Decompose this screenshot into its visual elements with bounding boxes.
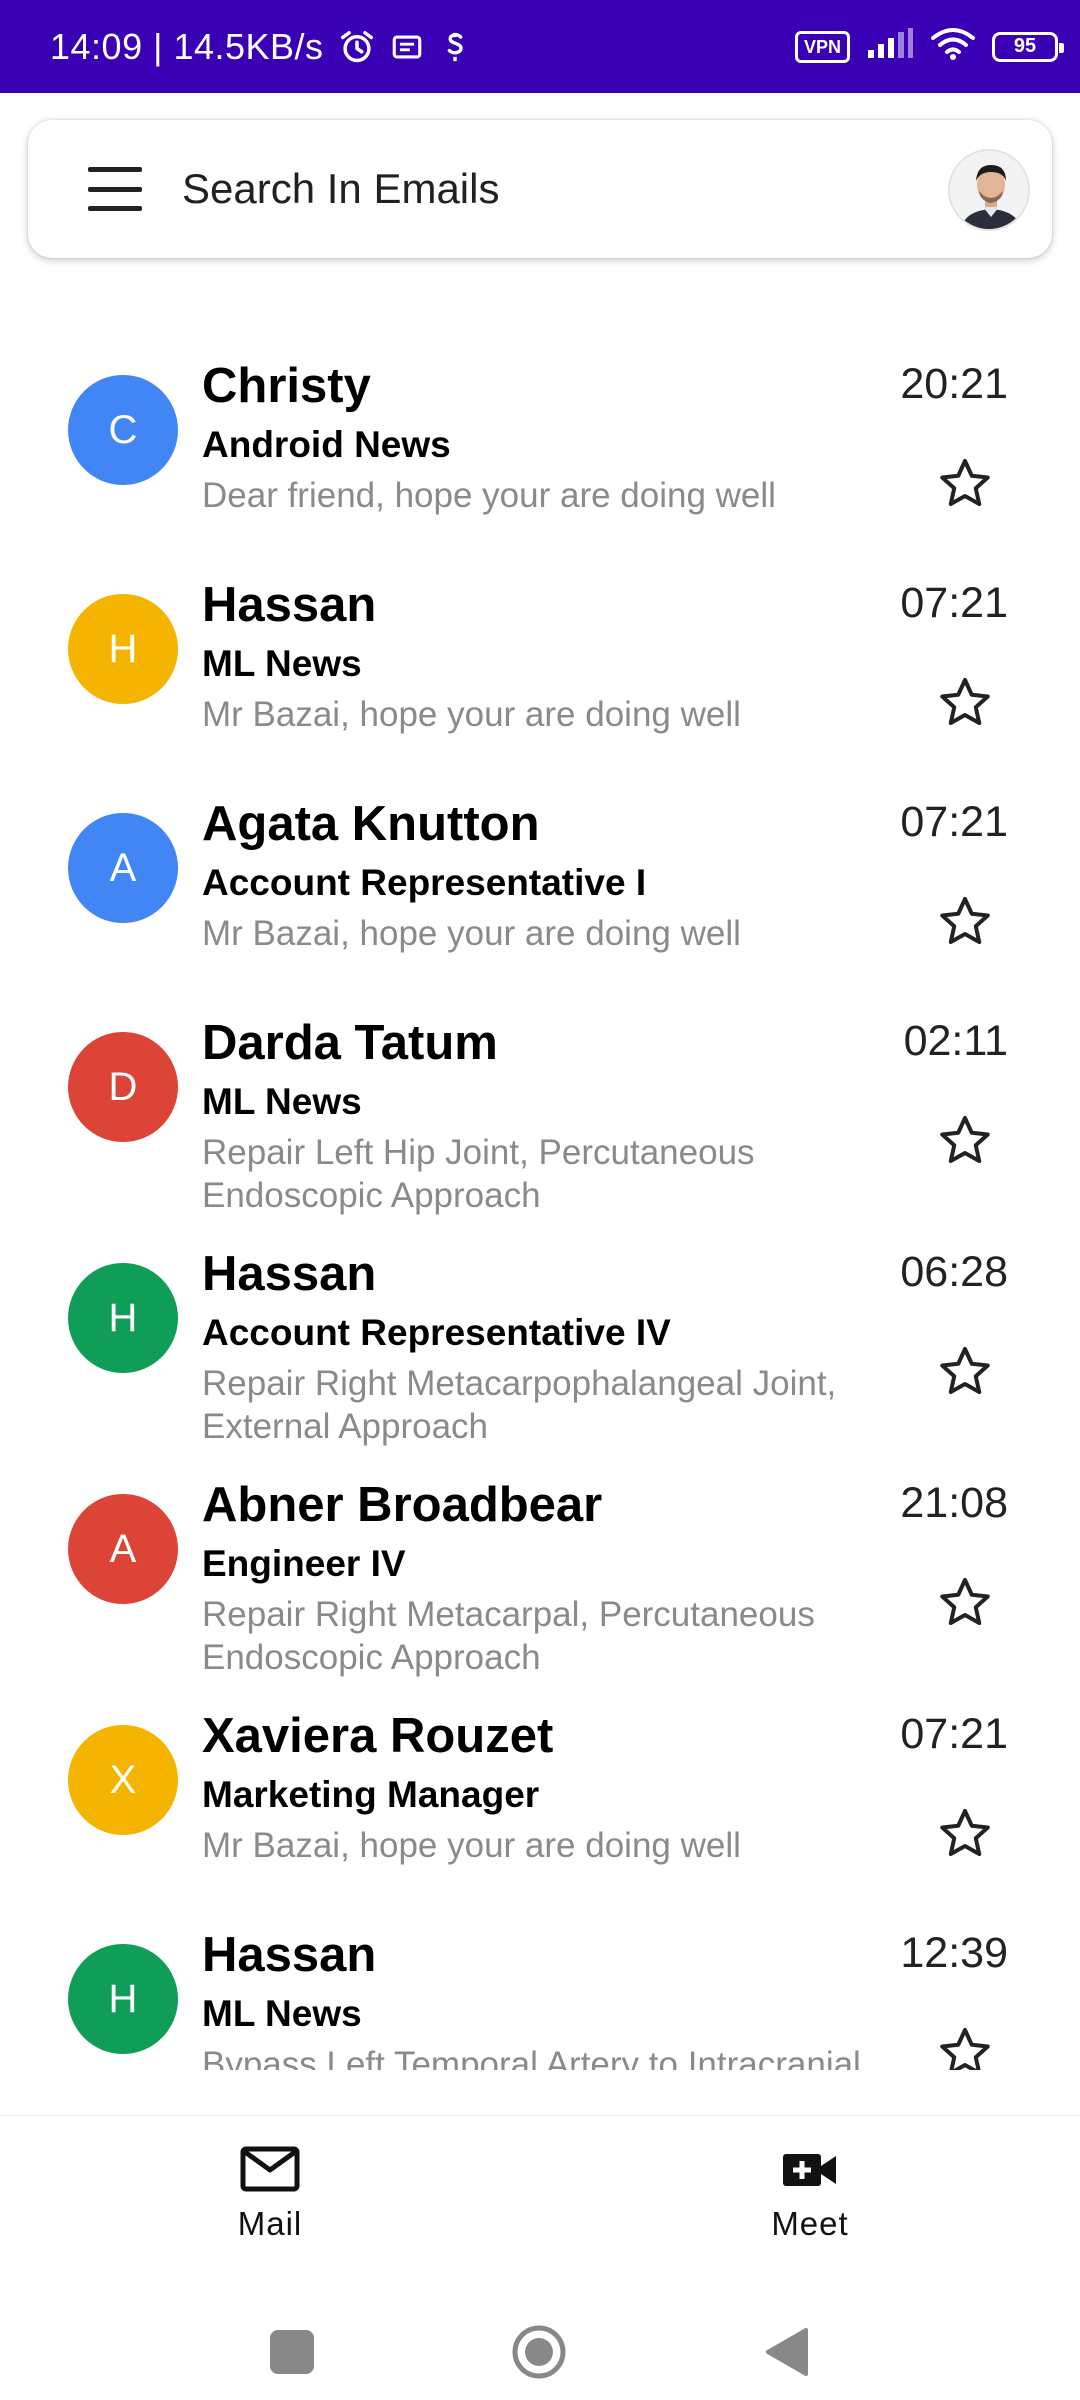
star-icon[interactable] — [935, 1342, 995, 1402]
email-time: 06:28 — [900, 1248, 1008, 1296]
sender-avatar: H — [68, 594, 178, 704]
app-notification-icon — [438, 30, 472, 64]
nav-meet-label: Meet — [771, 2205, 849, 2242]
email-row[interactable]: C Christy Android News Dear friend, hope yo… — [0, 330, 1080, 548]
sender-name: Hassan — [202, 1247, 377, 1301]
sender-name: Christy — [202, 359, 371, 413]
signal-icon — [866, 28, 914, 65]
star-icon[interactable] — [935, 2023, 995, 2070]
nav-mail-label: Mail — [237, 2205, 303, 2242]
avatar[interactable] — [948, 149, 1030, 231]
email-subject: Android News — [202, 424, 451, 465]
sender-avatar: X — [68, 1725, 178, 1835]
email-subject: ML News — [202, 1993, 362, 2034]
email-preview: Mr Bazai, hope your are doing well — [202, 695, 741, 734]
email-preview: Mr Bazai, hope your are doing well — [202, 914, 741, 953]
email-preview: Repair Left Hip Joint, Percutaneous Endo… — [202, 1133, 755, 1215]
sender-name: Xaviera Rouzet — [202, 1709, 554, 1763]
battery-icon: 95 — [992, 31, 1064, 62]
email-row[interactable]: H Hassan ML News Mr Bazai, hope your are do… — [0, 549, 1080, 767]
email-row[interactable]: A Agata Knutton Account Representative I Mr… — [0, 768, 1080, 986]
status-bar: 14:09 | 14.5KB/s VPN 95 — [0, 0, 1080, 93]
sender-avatar: H — [68, 1944, 178, 2054]
email-list[interactable]: C Christy Android News Dear friend, hope yo… — [0, 330, 1080, 2070]
star-icon[interactable] — [935, 1111, 995, 1171]
status-left: 14:09 | 14.5KB/s — [50, 0, 472, 93]
email-row[interactable]: A Abner Broadbear Engineer IV Repair Right … — [0, 1449, 1080, 1679]
sender-avatar: D — [68, 1032, 178, 1142]
email-time: 07:21 — [900, 579, 1008, 627]
email-time: 02:11 — [903, 1017, 1008, 1065]
email-subject: Account Representative IV — [202, 1312, 671, 1353]
star-icon[interactable] — [935, 1573, 995, 1633]
notification-icon — [390, 30, 424, 64]
sender-avatar: A — [68, 1494, 178, 1604]
email-subject: ML News — [202, 643, 362, 684]
email-subject: Marketing Manager — [202, 1774, 540, 1815]
sender-name: Agata Knutton — [202, 797, 540, 851]
status-right: VPN 95 — [794, 0, 1064, 93]
email-row[interactable]: D Darda Tatum ML News Repair Left Hip Joint… — [0, 987, 1080, 1217]
email-time: 07:21 — [900, 798, 1008, 846]
star-icon[interactable] — [935, 1804, 995, 1864]
vpn-badge: VPN — [794, 30, 850, 63]
email-preview: Dear friend, hope your are doing well — [202, 476, 776, 515]
alarm-icon — [338, 28, 376, 66]
email-time: 07:21 — [900, 1710, 1008, 1758]
sender-name: Hassan — [202, 578, 377, 632]
email-subject: Engineer IV — [202, 1543, 406, 1584]
sender-avatar: A — [68, 813, 178, 923]
sender-name: Darda Tatum — [202, 1016, 498, 1070]
bottom-navigation: Mail Meet — [0, 2115, 1080, 2271]
sender-name: Abner Broadbear — [202, 1478, 603, 1532]
email-row[interactable]: H Hassan Account Representative IV Repair R… — [0, 1218, 1080, 1448]
status-time: 14:09 — [50, 25, 143, 67]
email-preview: Repair Right Metacarpal, Percutaneous En… — [202, 1595, 815, 1677]
nav-meet[interactable]: Meet — [730, 2146, 890, 2243]
email-preview: Repair Right Metacarpophalangeal Joint, … — [202, 1364, 837, 1446]
system-navigation-bar — [0, 2270, 1080, 2400]
menu-icon[interactable] — [88, 167, 142, 211]
sender-name: Hassan — [202, 1928, 377, 1982]
recent-apps-button[interactable] — [270, 2330, 314, 2374]
email-preview: Bypass Left Temporal Artery to Intracran… — [202, 2045, 861, 2070]
video-call-icon — [783, 2154, 836, 2186]
star-icon[interactable] — [935, 673, 995, 733]
email-row[interactable]: X Xaviera Rouzet Marketing Manager Mr Bazai… — [0, 1680, 1080, 1898]
sender-avatar: C — [68, 375, 178, 485]
battery-level: 95 — [1013, 35, 1037, 57]
email-time: 12:39 — [900, 1929, 1008, 1977]
search-input[interactable]: Search In Emails — [182, 120, 499, 258]
email-row[interactable]: H Hassan ML News Bypass Left Temporal Arter… — [0, 1899, 1080, 2070]
mail-icon — [240, 2146, 300, 2192]
back-button[interactable] — [764, 2326, 810, 2378]
email-time: 20:21 — [900, 360, 1008, 408]
nav-mail[interactable]: Mail — [190, 2146, 350, 2243]
star-icon[interactable] — [935, 454, 995, 514]
home-button[interactable] — [511, 2324, 567, 2380]
search-bar[interactable]: Search In Emails — [28, 120, 1052, 258]
email-preview: Mr Bazai, hope your are doing well — [202, 1826, 741, 1865]
status-network-speed: 14.5KB/s — [173, 25, 324, 67]
email-subject: ML News — [202, 1081, 362, 1122]
sender-avatar: H — [68, 1263, 178, 1373]
email-time: 21:08 — [900, 1479, 1008, 1527]
star-icon[interactable] — [935, 892, 995, 952]
wifi-icon — [930, 27, 976, 66]
email-subject: Account Representative I — [202, 862, 647, 903]
